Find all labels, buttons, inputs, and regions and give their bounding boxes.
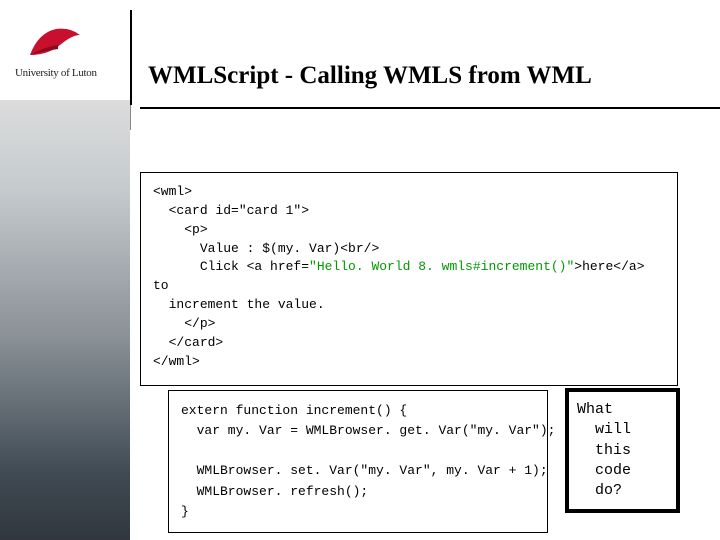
code-href: "Hello. World 8. wmls#increment()" (309, 259, 574, 274)
code-line: </wml> (153, 354, 200, 369)
code-line: <wml> (153, 184, 192, 199)
divider-horizontal (140, 107, 720, 109)
code-line: WMLBrowser. set. Var("my. Var", my. Var … (181, 463, 548, 478)
question-line: code (577, 462, 631, 479)
code-text: Click <a href= (153, 259, 309, 274)
logo-mark-icon (28, 25, 83, 63)
background-photo-strip (0, 100, 130, 540)
code-block-wml: <wml> <card id="card 1"> <p> Value : $(m… (140, 172, 678, 386)
code-line: Click <a href="Hello. World 8. wmls#incr… (153, 259, 652, 293)
code-line: increment the value. (153, 297, 325, 312)
question-line: will (577, 421, 631, 438)
question-line: this (577, 442, 631, 459)
code-line: extern function increment() { (181, 403, 407, 418)
code-line: Value : $(my. Var)<br/> (153, 241, 379, 256)
question-line: What (577, 401, 613, 418)
logo: University of Luton (15, 25, 97, 79)
slide-title: WMLScript - Calling WMLS from WML (148, 62, 592, 90)
code-line: <p> (153, 222, 208, 237)
code-line: WMLBrowser. refresh(); (181, 484, 368, 499)
code-line: </card> (153, 335, 223, 350)
question-line: do? (577, 482, 622, 499)
code-block-wmlscript: extern function increment() { var my. Va… (168, 390, 548, 533)
code-line: </p> (153, 316, 215, 331)
question-box: What will this code do? (565, 388, 680, 513)
code-line: <card id="card 1"> (153, 203, 309, 218)
code-line: var my. Var = WMLBrowser. get. Var("my. … (181, 423, 555, 438)
divider-vertical-faint (130, 105, 131, 130)
code-line: } (181, 504, 189, 519)
logo-text: University of Luton (15, 67, 97, 79)
divider-vertical (130, 10, 132, 105)
